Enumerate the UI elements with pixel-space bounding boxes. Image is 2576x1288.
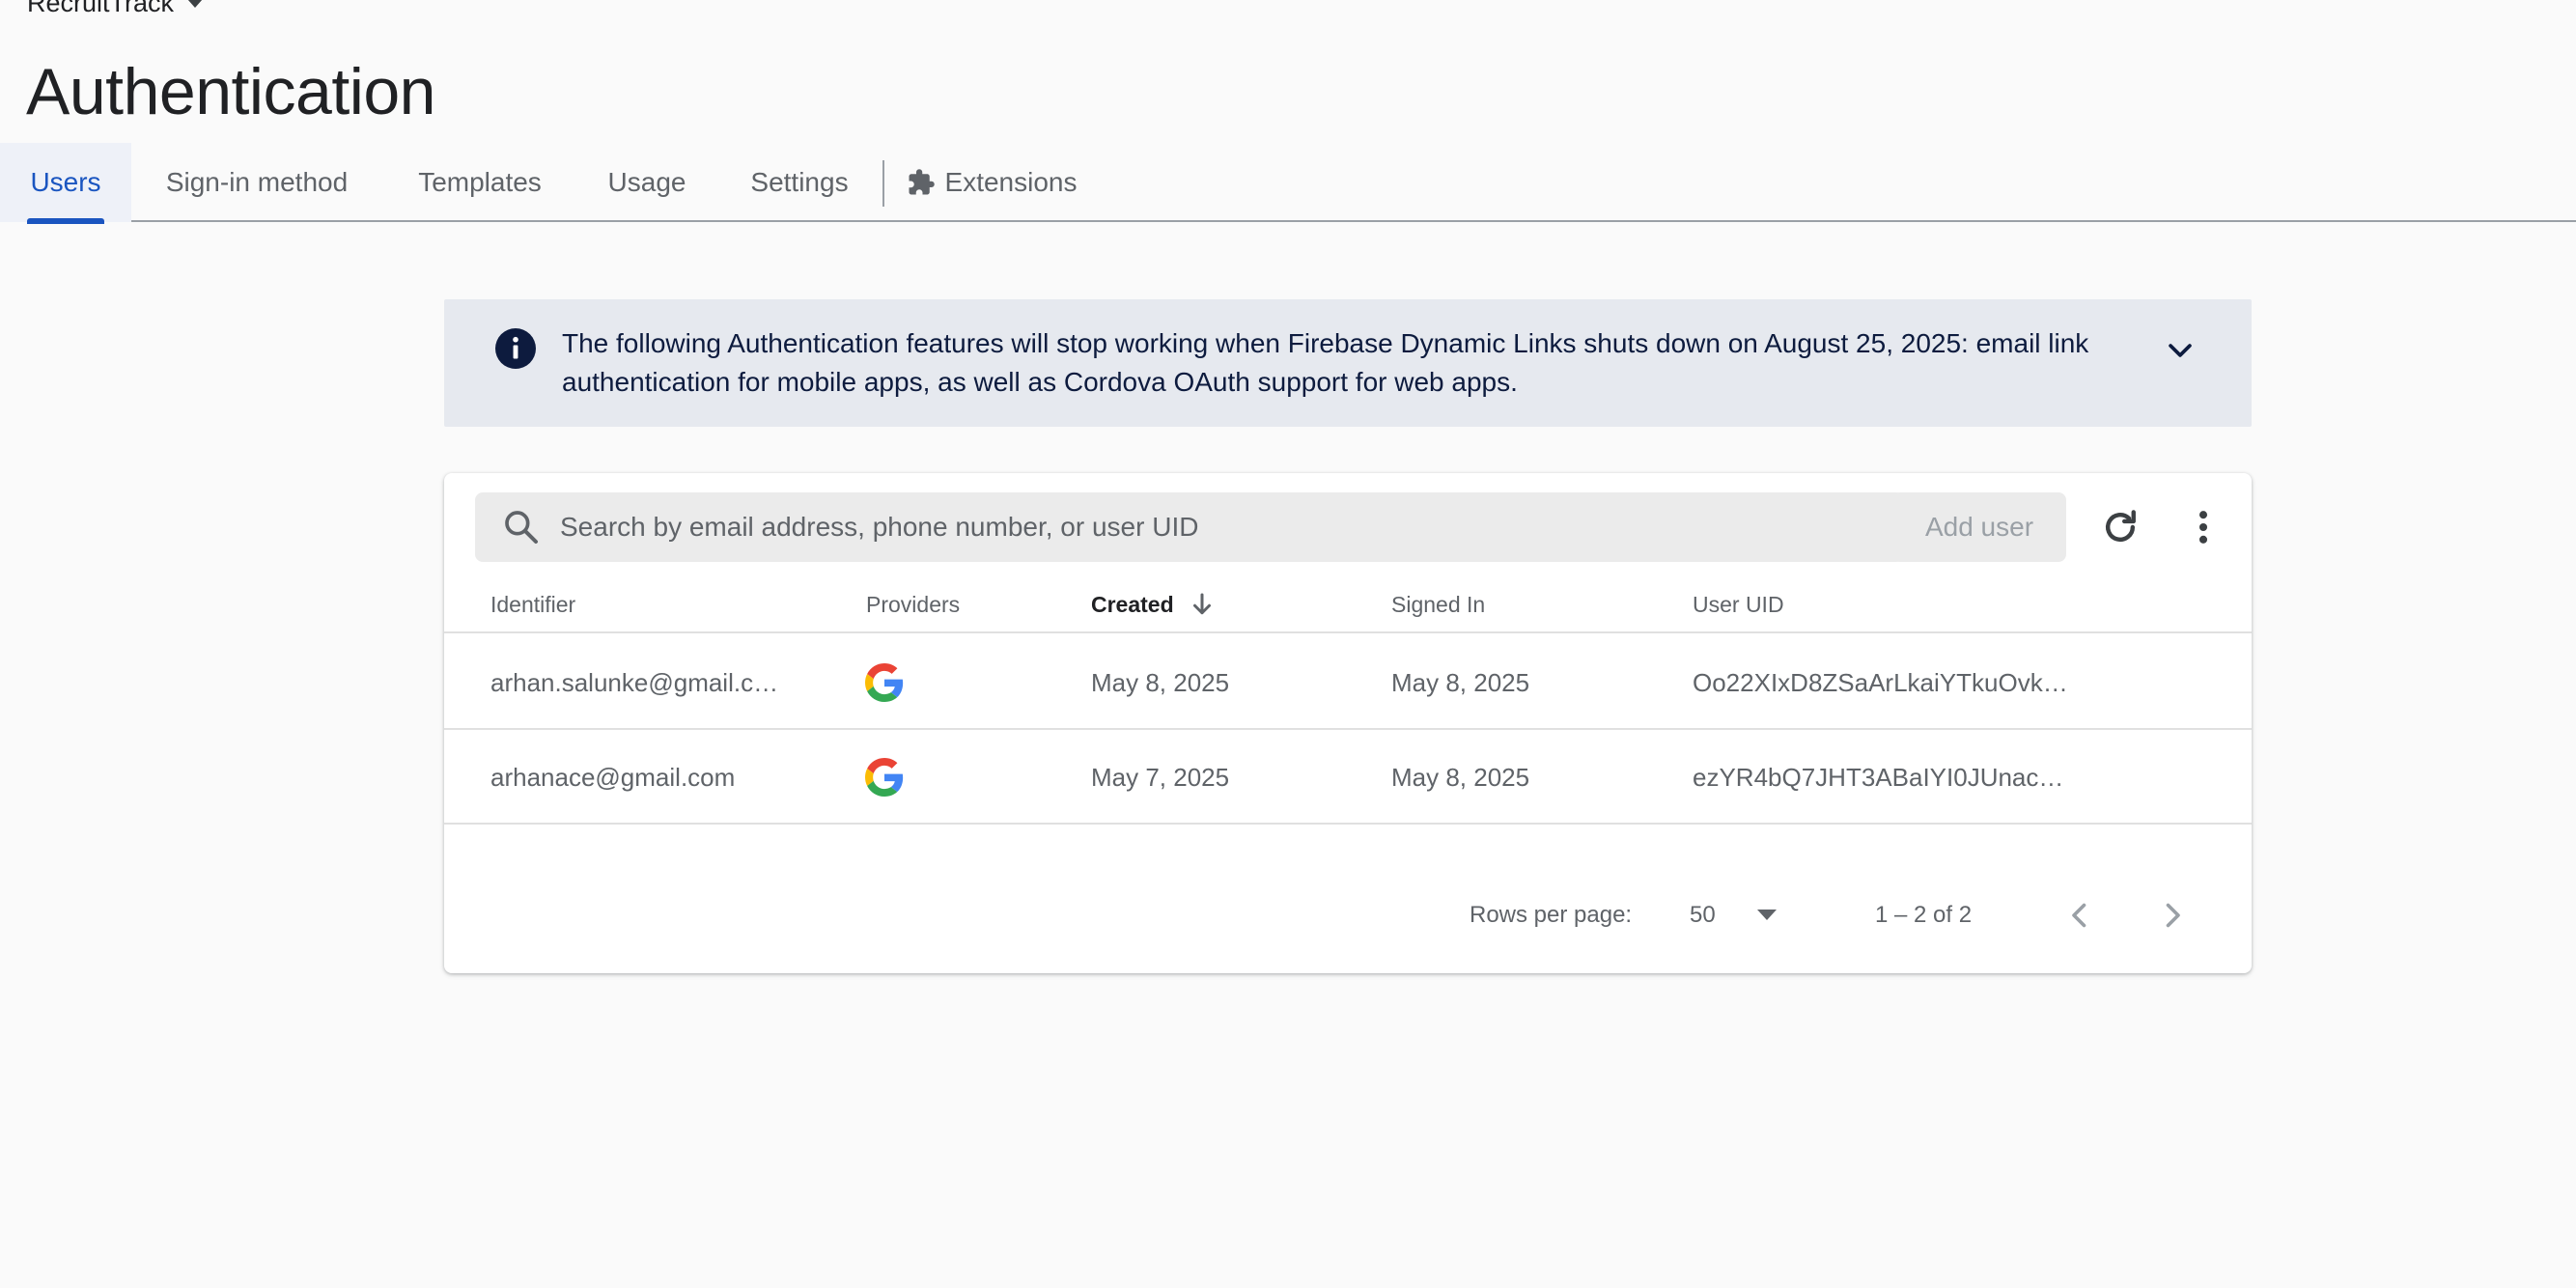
column-header-providers: Providers <box>866 591 961 617</box>
tab-sign-in-method-label: Sign-in method <box>165 167 349 197</box>
chevron-down-icon[interactable] <box>2164 334 2197 367</box>
tab-users[interactable]: Users <box>0 143 131 224</box>
tab-users-label: Users <box>30 167 101 197</box>
cell-created: May 7, 2025 <box>1091 762 1230 792</box>
project-switcher[interactable]: RecruitTrack <box>27 0 204 18</box>
page-title: Authentication <box>26 55 435 128</box>
google-icon <box>865 758 904 797</box>
cell-identifier: arhan.salunke@gmail.c… <box>490 667 779 697</box>
tab-templates-label: Templates <box>418 167 542 197</box>
tab-usage-label: Usage <box>607 167 686 197</box>
cell-created: May 8, 2025 <box>1091 667 1230 697</box>
chevron-left-icon[interactable] <box>2062 898 2097 933</box>
column-header-signed-in: Signed In <box>1391 591 1486 617</box>
arrow-down-icon <box>1192 593 1211 615</box>
dropdown-arrow-icon <box>1757 910 1777 920</box>
rows-per-page-select[interactable]: 50 <box>1690 877 1796 954</box>
table-header: Identifier Providers Created Signed In U… <box>444 575 2252 633</box>
refresh-icon[interactable] <box>2099 506 2142 548</box>
cell-signed-in: May 8, 2025 <box>1391 667 1530 697</box>
cell-identifier: arhanace@gmail.com <box>490 762 736 792</box>
search-box[interactable] <box>475 492 1904 562</box>
rows-per-page-value: 50 <box>1690 902 1716 928</box>
pagination: Rows per page: 50 1 – 2 of 2 <box>444 877 2252 954</box>
search-input[interactable] <box>560 492 1883 562</box>
tab-bar: Users Sign-in method Templates Usage Set… <box>0 143 2576 224</box>
rows-per-page-label: Rows per page: <box>1470 902 1633 928</box>
project-name: RecruitTrack <box>27 0 175 17</box>
info-icon <box>495 328 536 369</box>
tab-extensions-label: Extensions <box>944 167 1078 197</box>
cell-signed-in: May 8, 2025 <box>1391 762 1530 792</box>
caret-down-icon <box>187 0 204 8</box>
tab-templates[interactable]: Templates <box>382 143 577 222</box>
search-icon <box>505 511 538 544</box>
column-header-user-uid: User UID <box>1693 591 1784 617</box>
tab-usage[interactable]: Usage <box>577 143 716 222</box>
cell-user-uid: Oo22XIxD8ZSaArLkaiYTkuOvk… <box>1693 667 2068 697</box>
table-row[interactable]: arhanace@gmail.com May 7, 2025 May 8, 20… <box>444 730 2252 825</box>
cell-user-uid: ezYR4bQ7JHT3ABaIYI0JUnac… <box>1693 762 2064 792</box>
users-table-card: Add user Identifier Providers Created Si… <box>444 473 2252 973</box>
banner-message: The following Authentication features wi… <box>562 328 2089 397</box>
google-icon <box>865 663 904 702</box>
column-header-created[interactable]: Created <box>1091 575 1217 633</box>
column-header-identifier: Identifier <box>490 591 576 617</box>
tab-extensions[interactable]: Extensions <box>886 143 1097 222</box>
page-range: 1 – 2 of 2 <box>1875 902 1973 928</box>
cell-providers <box>865 635 904 730</box>
tab-settings-label: Settings <box>750 167 849 197</box>
puzzle-piece-icon <box>909 169 935 195</box>
deprecation-banner: The following Authentication features wi… <box>444 299 2252 427</box>
tab-divider <box>882 160 884 207</box>
tab-settings[interactable]: Settings <box>716 143 882 222</box>
cell-providers <box>865 730 904 825</box>
chevron-right-icon[interactable] <box>2155 898 2190 933</box>
table-row[interactable]: arhan.salunke@gmail.c… May 8, 2025 May 8… <box>444 635 2252 730</box>
add-user-button[interactable]: Add user <box>1892 492 2066 562</box>
tab-sign-in-method[interactable]: Sign-in method <box>131 143 382 222</box>
more-vert-icon[interactable] <box>2182 506 2225 548</box>
